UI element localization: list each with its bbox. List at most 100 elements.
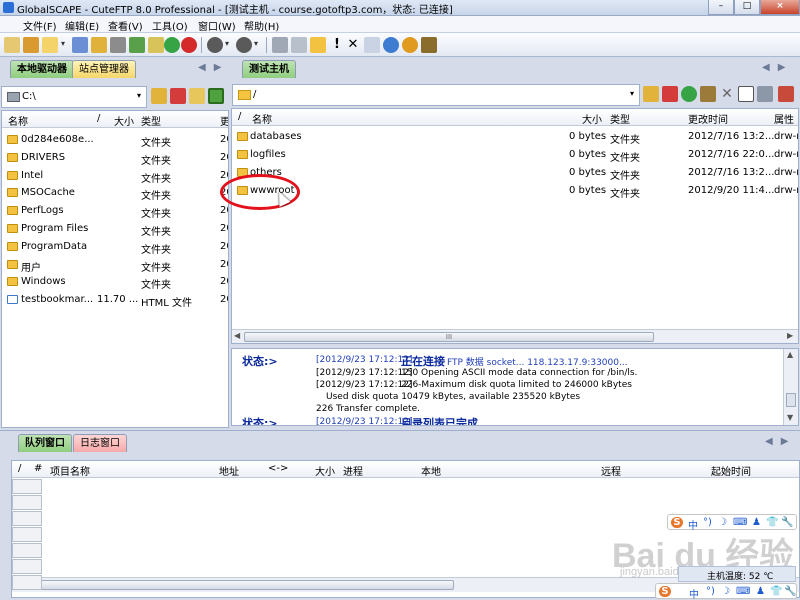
ime-skin-icon[interactable]: 👕 [766, 517, 778, 528]
queue-tab-nav-arrows[interactable]: ◀▶ [765, 436, 796, 447]
queue-col-start-time[interactable]: 起始时间 [711, 463, 751, 478]
queue-col-number[interactable]: # [34, 463, 42, 474]
new-folder-icon[interactable] [310, 37, 326, 53]
ime-settings-icon[interactable]: 🔧 [784, 586, 796, 597]
right-path-field[interactable]: / ▾ [232, 84, 640, 106]
local-file-row[interactable]: ProgramData 文件夹 20 [2, 238, 228, 256]
minimize-button[interactable]: – [708, 0, 734, 15]
download-dropdown-icon[interactable]: ▾ [225, 39, 229, 48]
queue-col-item[interactable]: 项目名称 [50, 463, 90, 478]
menu-file[interactable]: 文件(F) [23, 18, 57, 33]
view-icon[interactable] [291, 37, 307, 53]
menu-window[interactable]: 窗口(W) [198, 18, 236, 33]
exclamation-icon[interactable]: ! [329, 37, 345, 53]
menu-help[interactable]: 帮助(H) [244, 18, 279, 33]
ime-punct-icon[interactable]: °) [706, 586, 715, 597]
reconnect-icon[interactable] [91, 37, 107, 53]
right-close-icon[interactable]: ✕ [719, 86, 735, 102]
right-path-dropdown-icon[interactable]: ▾ [630, 89, 634, 98]
ime-logo-icon[interactable]: S [671, 517, 683, 528]
sync-icon[interactable] [164, 37, 180, 53]
right-tab-nav-arrows[interactable]: ◀▶ [762, 62, 793, 73]
queue-col-direction[interactable]: <-> [268, 463, 288, 474]
local-file-row[interactable]: Program Files 文件夹 20 [2, 220, 228, 238]
queue-col-address[interactable]: 地址 [219, 463, 239, 478]
download-icon[interactable] [207, 37, 223, 53]
tab-site-manager[interactable]: 站点管理器 [72, 60, 136, 78]
log-vscrollbar[interactable]: ▲ ▼ [783, 349, 798, 425]
remote-col-sort[interactable]: / [238, 111, 241, 122]
left-path-dropdown-icon[interactable]: ▾ [137, 91, 141, 100]
left-new-folder-icon[interactable] [189, 88, 205, 104]
remote-hscrollbar[interactable]: ◀ III ▶ [232, 329, 798, 343]
site-manager-icon[interactable] [110, 37, 126, 53]
queue-col-remote[interactable]: 远程 [601, 463, 621, 478]
queue-col-local[interactable]: 本地 [421, 463, 441, 478]
local-file-row[interactable]: 用户 文件夹 20 [2, 256, 228, 274]
left-delete-icon[interactable] [170, 88, 186, 104]
local-file-row[interactable]: Windows 文件夹 20 [2, 273, 228, 291]
ime-user-icon[interactable]: ♟ [756, 586, 765, 597]
queue-col-progress[interactable]: 进程 [343, 463, 363, 478]
ime-keyboard-icon[interactable]: ⌨ [733, 517, 747, 528]
local-col-sort[interactable]: / [97, 113, 100, 124]
remote-file-row[interactable]: logfiles 0 bytes 文件夹 2012/7/16 22:0... drw-r [232, 146, 798, 164]
connect-dropdown-icon[interactable]: ▾ [61, 39, 65, 48]
right-view-icon[interactable] [738, 86, 754, 102]
tab-queue-window[interactable]: 队列窗口 [18, 434, 72, 452]
ime-skin-icon[interactable]: 👕 [770, 586, 782, 597]
ime-punct-icon[interactable]: °) [703, 517, 712, 528]
remote-col-modified[interactable]: 更改时间 [688, 111, 728, 126]
remote-file-row[interactable]: wwwroot 0 bytes 文件夹 2012/9/20 11:4... drw-r [232, 182, 798, 200]
ime-chinese-mode[interactable]: 中 [689, 586, 699, 600]
tab-log-window[interactable]: 日志窗口 [73, 434, 127, 452]
remote-col-size[interactable]: 大小 [582, 111, 602, 126]
refresh-icon[interactable] [148, 37, 164, 53]
left-tab-nav-arrows[interactable]: ◀▶ [198, 62, 229, 73]
menu-edit[interactable]: 编辑(E) [65, 18, 99, 33]
queue-col-size[interactable]: 大小 [315, 463, 335, 478]
support-icon[interactable] [402, 37, 418, 53]
close-button[interactable]: × [760, 0, 800, 15]
local-file-row[interactable]: MSOCache文件夹20 [2, 184, 228, 202]
local-col-type[interactable]: 类型 [141, 113, 161, 128]
tab-local-drives[interactable]: 本地驱动器 [10, 60, 74, 78]
ime-user-icon[interactable]: ♟ [752, 517, 761, 528]
tab-test-host[interactable]: 测试主机 [242, 60, 296, 78]
right-up-folder-icon[interactable] [643, 86, 659, 102]
new-connection-icon[interactable] [4, 37, 20, 53]
upload-dropdown-icon[interactable]: ▾ [254, 39, 258, 48]
edit-icon[interactable] [272, 37, 288, 53]
ime-keyboard-icon[interactable]: ⌨ [736, 586, 750, 597]
ime-toolbar-secondary[interactable]: S 中 °) ☽ ⌨ ♟ 👕 🔧 [655, 583, 797, 600]
ime-moon-icon[interactable]: ☽ [718, 517, 727, 528]
queue-hscroll-thumb[interactable] [24, 580, 454, 590]
left-sync-icon[interactable] [208, 88, 224, 104]
local-file-row[interactable]: PerfLogs 文件夹 20 [2, 202, 228, 220]
disconnect-icon[interactable] [72, 37, 88, 53]
queue-col-sort[interactable]: / [18, 463, 21, 474]
delete-icon[interactable]: ✕ [345, 37, 361, 53]
remote-col-attr[interactable]: 属性 [774, 111, 794, 126]
menu-tools[interactable]: 工具(O) [152, 18, 188, 33]
right-refresh-icon[interactable] [681, 86, 697, 102]
stop-icon[interactable] [181, 37, 197, 53]
local-file-row[interactable]: 0d284e608e... 文件夹 20 [2, 131, 228, 149]
ime-logo-icon[interactable]: S [659, 586, 671, 597]
right-delete-icon[interactable] [662, 86, 678, 102]
remote-col-name[interactable]: 名称 [252, 111, 272, 126]
right-options-icon[interactable] [757, 86, 773, 102]
local-file-row[interactable]: testbookmar...11.70 ...HTML 文件 20 [2, 291, 228, 309]
local-col-modified[interactable]: 更 [220, 113, 228, 128]
ime-moon-icon[interactable]: ☽ [721, 586, 730, 597]
connect-icon[interactable] [42, 37, 58, 53]
remote-col-type[interactable]: 类型 [610, 111, 630, 126]
left-up-folder-icon[interactable] [151, 88, 167, 104]
upload-icon[interactable] [236, 37, 252, 53]
remote-file-row[interactable]: databases 0 bytes 文件夹 2012/7/16 13:2... drw-… [232, 128, 798, 146]
log-vscroll-thumb[interactable] [786, 393, 796, 407]
remote-hscroll-thumb[interactable]: III [244, 332, 654, 342]
local-col-name[interactable]: 名称 [8, 113, 28, 128]
right-tools-icon[interactable] [700, 86, 716, 102]
ime-settings-icon[interactable]: 🔧 [781, 517, 793, 528]
